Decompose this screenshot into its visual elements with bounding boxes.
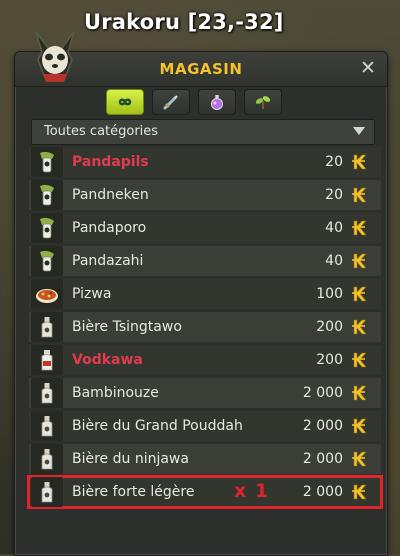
potion-icon (211, 95, 223, 110)
tab-all[interactable] (106, 89, 144, 115)
item-price: 2 000 (302, 385, 343, 401)
item-price: 2 000 (302, 418, 343, 434)
pandaporo-bottle-icon (40, 217, 54, 239)
item-name: Bière du ninjawa (72, 451, 189, 467)
kama-currency-icon (352, 154, 367, 170)
list-item[interactable]: Bière Tsingtawo 200 (29, 312, 381, 342)
item-thumbnail (31, 246, 63, 276)
item-price: 200 (316, 319, 343, 335)
pandapils-bottle-icon (40, 151, 54, 173)
kama-currency-icon (352, 286, 367, 302)
list-item[interactable]: Bière du Grand Pouddah 2 000 (29, 411, 381, 441)
item-price: 20 (325, 187, 343, 203)
item-price: 100 (316, 286, 343, 302)
item-name: Bière du Grand Pouddah (72, 418, 243, 434)
pizza-icon (36, 289, 58, 303)
item-name: Vodkawa (72, 352, 143, 368)
tab-consumables[interactable] (198, 89, 236, 115)
list-item[interactable]: Bière du ninjawa 2 000 (29, 444, 381, 474)
item-thumbnail (31, 312, 63, 342)
list-item[interactable]: Pizwa 100 (29, 279, 381, 309)
list-item[interactable]: Pandneken 20 (29, 180, 381, 210)
list-item[interactable]: Pandaporo 40 (29, 213, 381, 243)
chevron-down-icon (353, 127, 365, 135)
shop-window: MAGASIN ✕ Toutes catégories Pandapils 20… (14, 51, 388, 556)
item-thumbnail (31, 147, 63, 177)
item-price: 200 (316, 352, 343, 368)
pandneken-bottle-icon (40, 184, 54, 206)
item-thumbnail (31, 378, 63, 408)
list-item[interactable]: Bière forte légère 2 000 x 1 (27, 475, 383, 509)
kama-currency-icon (352, 187, 367, 203)
pandazahi-bottle-icon (40, 250, 54, 272)
kama-currency-icon (352, 418, 367, 434)
item-name: Pizwa (72, 286, 112, 302)
kama-currency-icon (352, 352, 367, 368)
kama-currency-icon (352, 220, 367, 236)
close-button[interactable]: ✕ (357, 57, 379, 79)
kama-currency-icon (352, 385, 367, 401)
bottle-icon (41, 416, 53, 437)
plant-icon (255, 96, 271, 109)
item-price: 40 (325, 253, 343, 269)
bottle-icon (41, 449, 53, 470)
list-item[interactable]: Pandapils 20 (29, 147, 381, 177)
tab-resources[interactable] (244, 89, 282, 115)
sword-icon (163, 95, 178, 110)
quantity-annotation: x 1 (234, 480, 270, 502)
item-thumbnail (31, 180, 63, 210)
list-item[interactable]: Vodkawa 200 (29, 345, 381, 375)
kama-currency-icon (352, 319, 367, 335)
close-icon: ✕ (360, 57, 376, 79)
item-thumbnail (31, 444, 63, 474)
category-select-value: Toutes catégories (44, 124, 159, 139)
item-name: Bière Tsingtawo (72, 319, 182, 335)
bottle-icon (41, 383, 53, 404)
item-thumbnail (31, 411, 63, 441)
item-thumbnail (31, 477, 63, 507)
item-price: 2 000 (302, 451, 343, 467)
item-name: Pandapils (72, 154, 149, 170)
item-name: Bambinouze (72, 385, 159, 401)
npc-avatar (28, 30, 82, 86)
item-price: 40 (325, 220, 343, 236)
beer-bottle-icon (41, 317, 53, 338)
infinity-icon (118, 98, 132, 106)
item-list: Pandapils 20 Pandneken 20 Pandaporo 40 Pandaza… (27, 147, 383, 510)
category-select[interactable]: Toutes catégories (31, 119, 375, 145)
bottle-icon (41, 482, 53, 503)
list-item[interactable]: Bambinouze 2 000 (29, 378, 381, 408)
map-title: Urakoru [23,-32] (84, 10, 284, 34)
category-tabs (106, 89, 282, 115)
item-name: Pandazahi (72, 253, 144, 269)
item-price: 20 (325, 154, 343, 170)
list-item[interactable]: Pandazahi 40 (29, 246, 381, 276)
kama-currency-icon (352, 253, 367, 269)
kama-currency-icon (352, 484, 367, 500)
item-name: Bière forte légère (72, 484, 195, 500)
item-thumbnail (31, 345, 63, 375)
item-name: Pandaporo (72, 220, 147, 236)
item-name: Pandneken (72, 187, 149, 203)
item-thumbnail (31, 279, 63, 309)
vodka-bottle-icon (41, 350, 53, 371)
tab-equipment[interactable] (152, 89, 190, 115)
item-thumbnail (31, 213, 63, 243)
kama-currency-icon (352, 451, 367, 467)
item-price: 2 000 (302, 484, 343, 500)
